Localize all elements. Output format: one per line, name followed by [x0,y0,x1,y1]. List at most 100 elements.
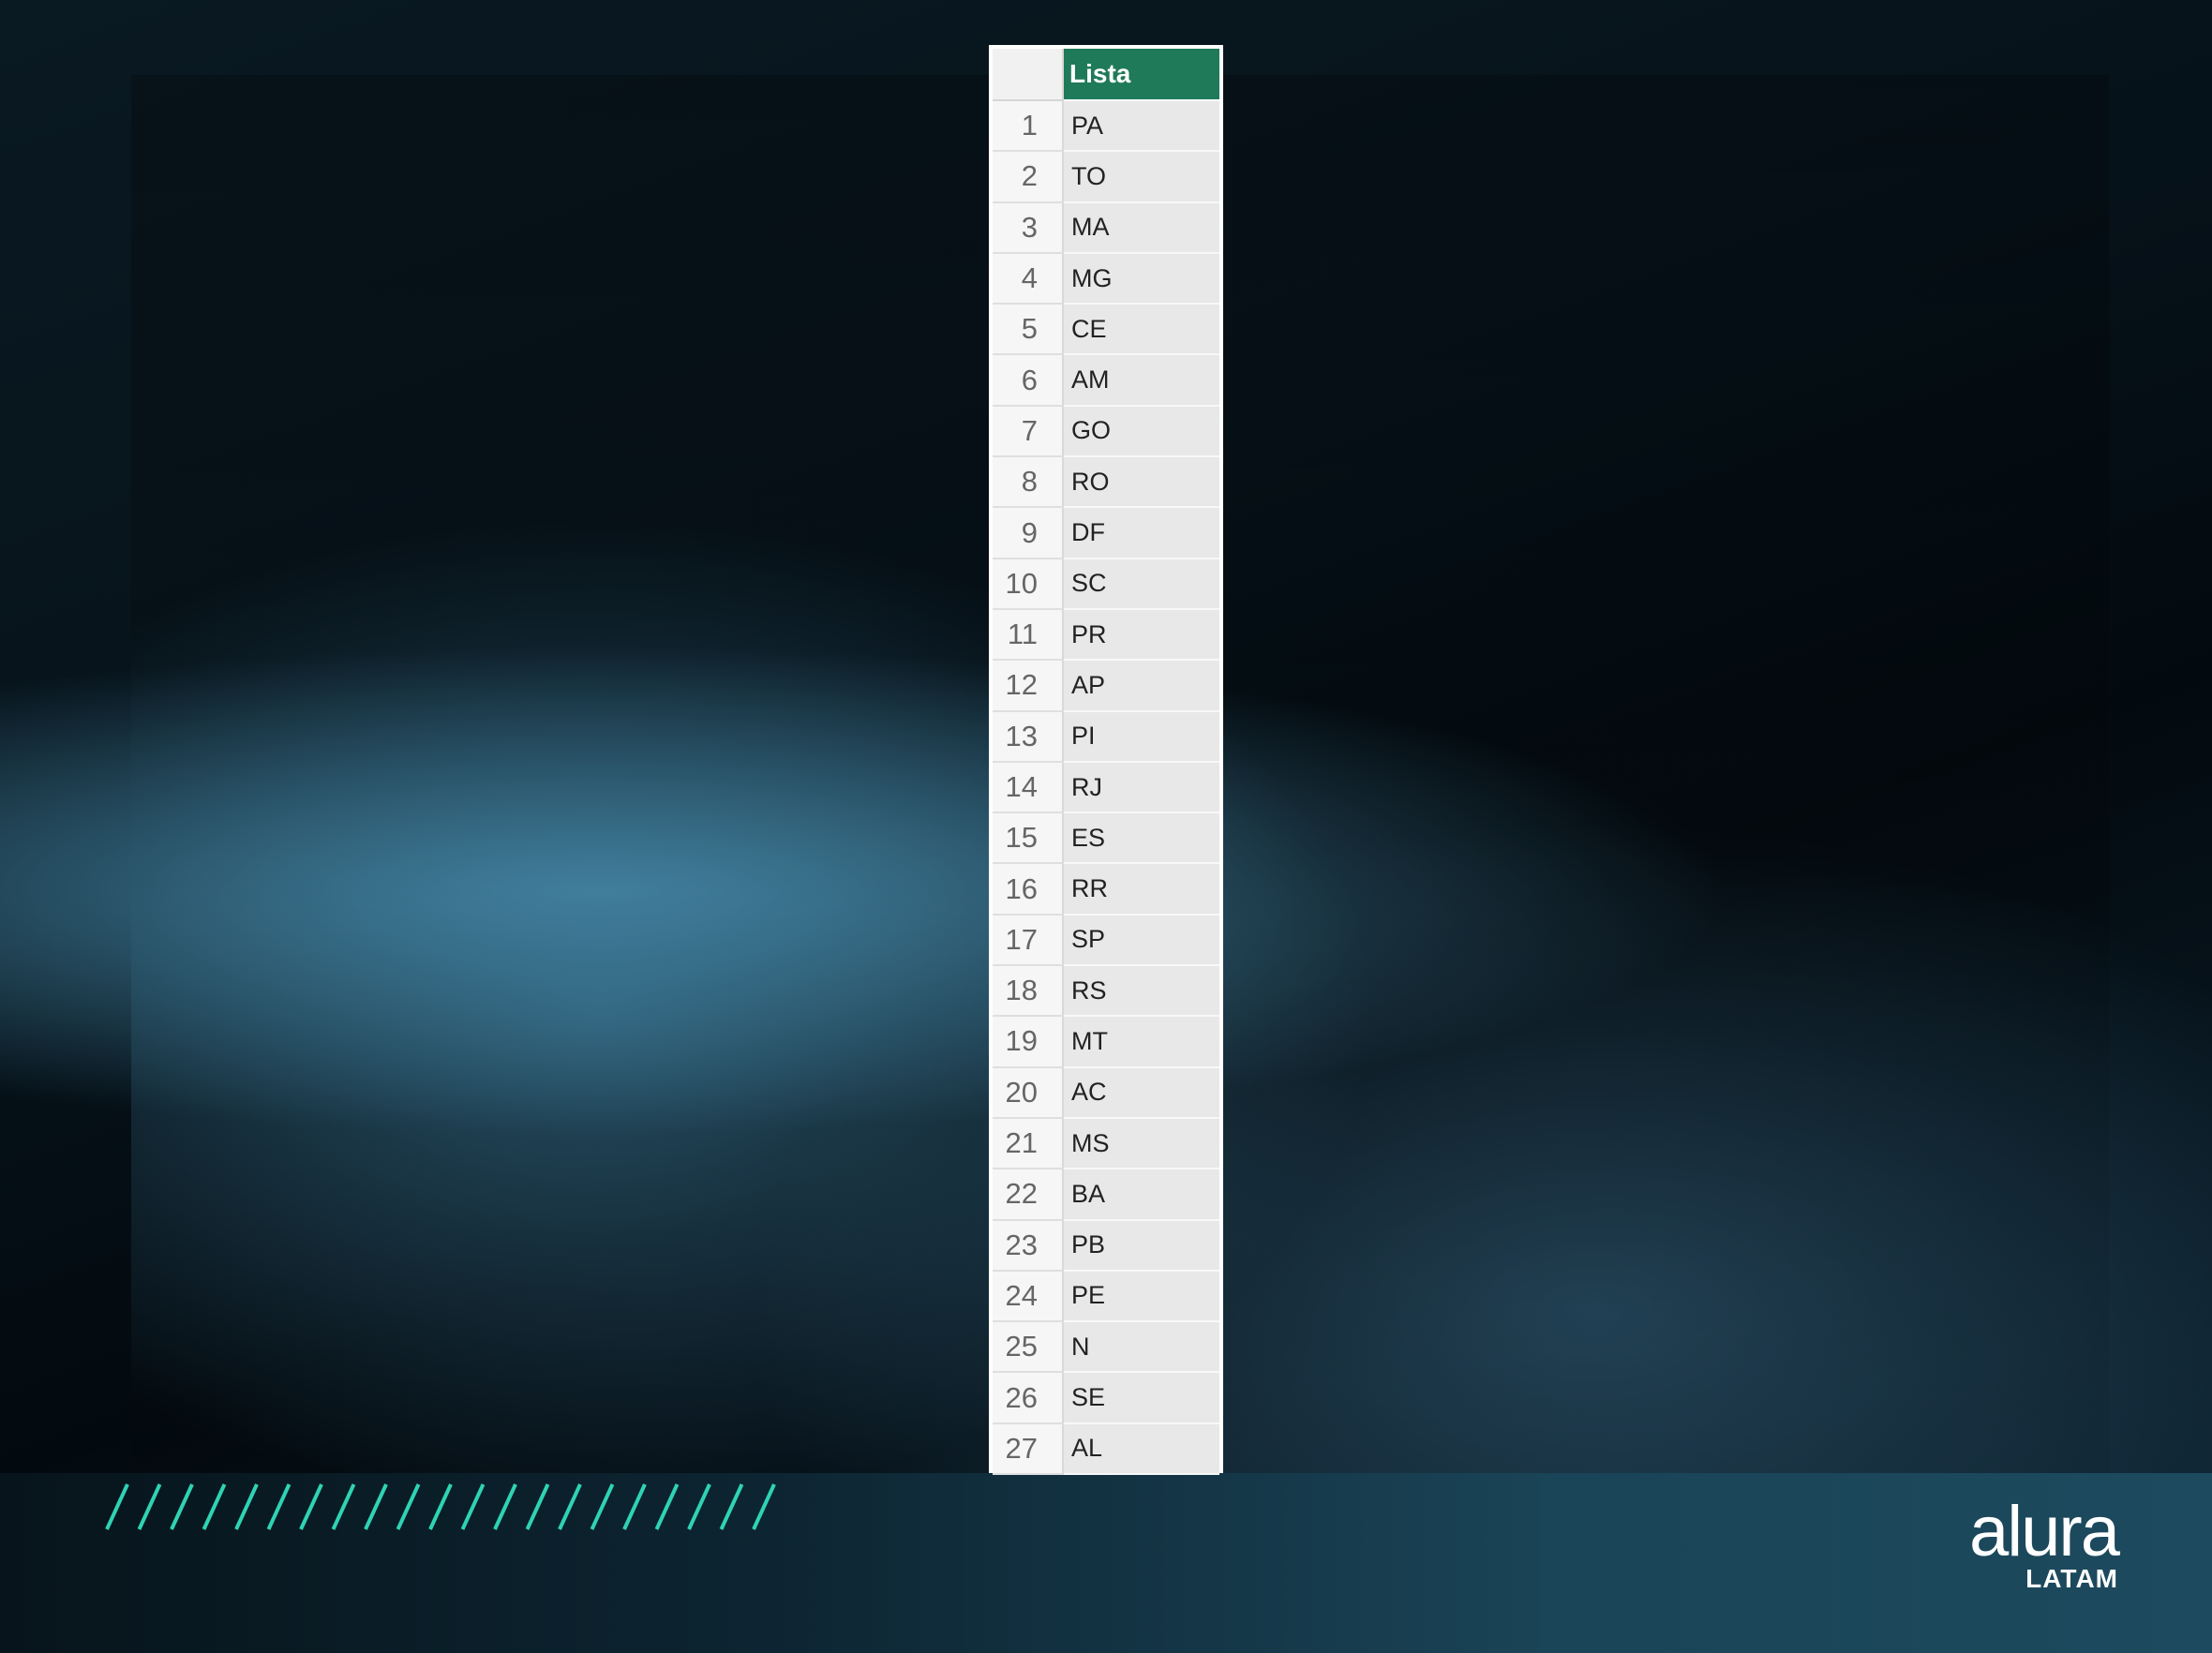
table-cell[interactable]: PB [1064,1220,1219,1272]
row-number[interactable]: 19 [993,1017,1064,1068]
table-cell[interactable]: PA [1064,101,1219,153]
table-row: 25 N [993,1322,1219,1374]
row-number[interactable]: 26 [993,1373,1064,1424]
table-row: 27 AL [993,1423,1219,1476]
table-cell[interactable]: SC [1064,558,1219,610]
row-number[interactable]: 16 [993,864,1064,916]
table-row: 6 AM [993,355,1219,407]
table-cell[interactable]: GO [1064,406,1219,458]
table-body: 1 PA 2 TO 3 MA 4 MG 5 CE 6 AM 7 GO 8 RO 9 DF 10 SC 11 PR 12 AP 1… [993,101,1219,1476]
table-cell[interactable]: RR [1064,864,1219,916]
table-cell[interactable]: DF [1064,508,1219,559]
hatch-line [493,1483,517,1530]
row-number[interactable]: 21 [993,1118,1064,1170]
table-cell[interactable]: ES [1064,813,1219,865]
hatch-line [687,1483,711,1530]
hatch-line [590,1483,615,1530]
hatch-line [331,1483,356,1530]
table-cell[interactable]: CE [1064,305,1219,356]
table-header-row: Lista [993,49,1219,101]
table-row: 12 AP [993,661,1219,712]
row-number[interactable]: 18 [993,966,1064,1018]
hatch-line [364,1483,388,1530]
table-cell[interactable]: AC [1064,1067,1219,1119]
hatch-line [428,1483,453,1530]
row-number[interactable]: 24 [993,1271,1064,1323]
hatch-line [299,1483,323,1530]
row-number[interactable]: 13 [993,711,1064,763]
table-cell[interactable]: TO [1064,152,1219,203]
row-number[interactable]: 8 [993,457,1064,509]
table-row: 10 SC [993,558,1219,610]
hatch-line [525,1483,550,1530]
row-number[interactable]: 12 [993,661,1064,712]
row-number[interactable]: 20 [993,1067,1064,1119]
hatch-line [558,1483,582,1530]
table-cell[interactable]: SE [1064,1373,1219,1424]
row-number[interactable]: 6 [993,355,1064,407]
table-cell[interactable]: BA [1064,1169,1219,1221]
table-cell[interactable]: MS [1064,1118,1219,1170]
table-cell[interactable]: MT [1064,1017,1219,1068]
hatch-line [752,1483,776,1530]
table-row: 21 MS [993,1118,1219,1170]
hatch-line [266,1483,291,1530]
table-cell[interactable]: N [1064,1322,1219,1374]
row-number[interactable]: 25 [993,1322,1064,1374]
hatch-line [137,1483,162,1530]
table-cell[interactable]: AL [1064,1423,1219,1476]
hatch-line [719,1483,744,1530]
table-row: 26 SE [993,1373,1219,1424]
data-table: Lista 1 PA 2 TO 3 MA 4 MG 5 CE 6 AM 7 GO 8 RO 9 DF 10 SC 11 P… [989,45,1223,1476]
row-number[interactable]: 27 [993,1423,1064,1476]
select-all-corner[interactable] [993,49,1064,101]
column-header-lista[interactable]: Lista [1064,49,1219,101]
hatch-line [234,1483,259,1530]
row-number[interactable]: 17 [993,915,1064,967]
row-number[interactable]: 10 [993,558,1064,610]
table-cell[interactable]: MG [1064,253,1219,305]
hatch-line [396,1483,421,1530]
table-row: 2 TO [993,152,1219,203]
table-row: 14 RJ [993,762,1219,814]
row-number[interactable]: 2 [993,152,1064,203]
table-cell[interactable]: RO [1064,457,1219,509]
table-row: 13 PI [993,711,1219,763]
table-cell[interactable]: PI [1064,711,1219,763]
table-row: 19 MT [993,1017,1219,1068]
table-row: 17 SP [993,915,1219,967]
row-number[interactable]: 23 [993,1220,1064,1272]
table-cell[interactable]: PR [1064,609,1219,662]
row-number[interactable]: 11 [993,609,1064,662]
table-cell[interactable]: MA [1064,202,1219,254]
table-cell[interactable]: AM [1064,355,1219,407]
row-number[interactable]: 14 [993,762,1064,814]
table-cell[interactable]: SP [1064,915,1219,967]
table-row: 16 RR [993,864,1219,916]
table-cell[interactable]: AP [1064,661,1219,712]
table-row: 9 DF [993,508,1219,559]
table-cell[interactable]: RS [1064,966,1219,1018]
row-number[interactable]: 9 [993,508,1064,559]
table-cell[interactable]: RJ [1064,762,1219,814]
hatch-line [622,1483,647,1530]
table-row: 22 BA [993,1169,1219,1221]
table-row: 24 PE [993,1271,1219,1323]
row-number[interactable]: 22 [993,1169,1064,1221]
logo-wordmark: alura [1969,1492,2120,1571]
table-row: 18 RS [993,966,1219,1018]
row-number[interactable]: 1 [993,101,1064,153]
hatch-line [654,1483,680,1530]
hatch-line [460,1483,486,1530]
row-number[interactable]: 5 [993,305,1064,356]
hatch-line [202,1483,227,1530]
row-number[interactable]: 15 [993,813,1064,865]
table-cell[interactable]: PE [1064,1271,1219,1323]
table-row: 20 AC [993,1067,1219,1119]
table-row: 15 ES [993,813,1219,865]
row-number[interactable]: 7 [993,406,1064,458]
row-number[interactable]: 4 [993,253,1064,305]
table-row: 7 GO [993,406,1219,458]
alura-latam-logo: alura LATAM [1968,1492,2120,1593]
row-number[interactable]: 3 [993,202,1064,254]
